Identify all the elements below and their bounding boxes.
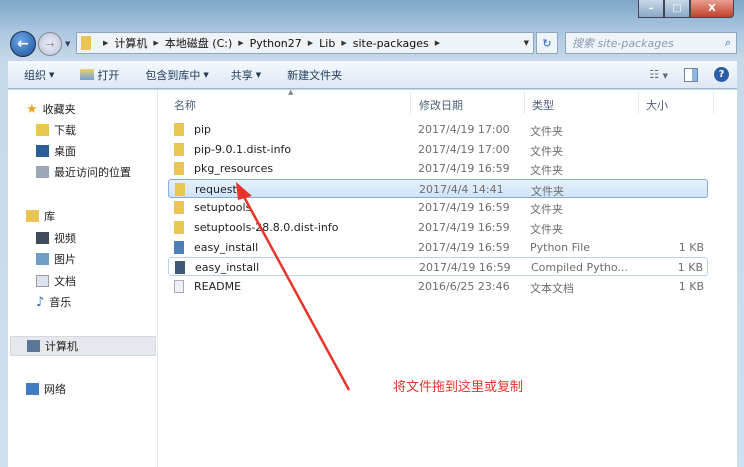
- annotation-text: 将文件拖到这里或复制: [393, 380, 524, 395]
- red-arrow-annotation: [236, 182, 351, 391]
